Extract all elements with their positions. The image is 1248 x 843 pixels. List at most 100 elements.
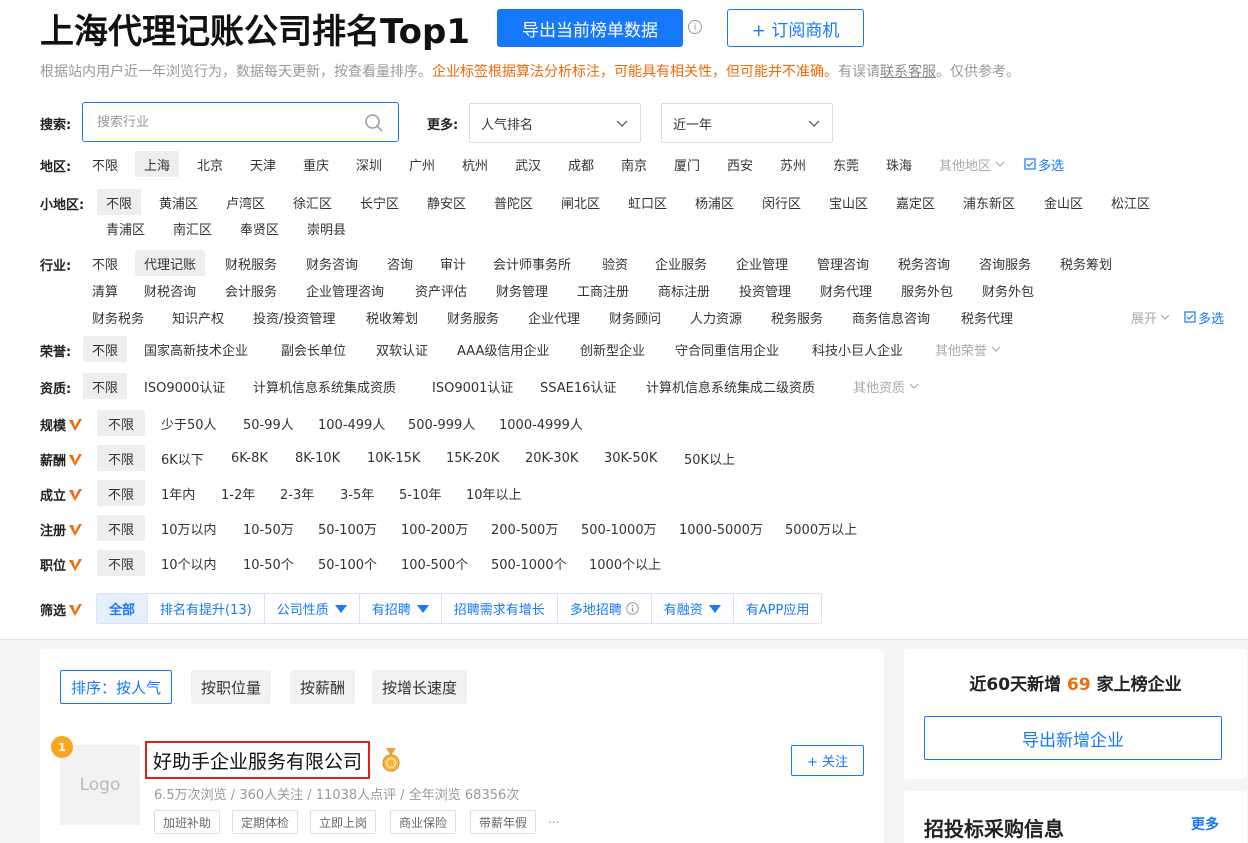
subscribe-button[interactable]: + 订阅商机 <box>727 9 864 47</box>
subregion-chip[interactable]: 长宁区 <box>351 189 408 215</box>
screen-app[interactable]: 有APP应用 <box>734 594 822 623</box>
subregion-chip[interactable]: 闵行区 <box>753 189 810 215</box>
industry-expand[interactable]: 展开 <box>1122 304 1179 330</box>
founded-chip[interactable]: 1-2年 <box>212 480 264 506</box>
search-icon[interactable] <box>364 113 384 133</box>
industry-chip[interactable]: 投资/投资管理 <box>244 304 344 330</box>
positions-chip[interactable]: 1000个以上 <box>580 550 670 576</box>
contact-service-link[interactable]: 联系客服 <box>880 64 936 80</box>
capital-chip[interactable]: 500-1000万 <box>572 515 666 541</box>
salary-chip[interactable]: 6K-8K <box>222 445 277 471</box>
screen-company-type[interactable]: 公司性质 <box>265 594 360 623</box>
industry-chip[interactable]: 商标注册 <box>649 277 719 303</box>
region-chip[interactable]: 西安 <box>718 151 762 177</box>
subregion-chip[interactable]: 奉贤区 <box>231 215 288 241</box>
qualification-chip[interactable]: 不限 <box>83 373 128 399</box>
other-honor-dropdown[interactable]: 其他荣誉 <box>926 336 1010 362</box>
founded-chip[interactable]: 5-10年 <box>390 480 451 506</box>
qualification-chip[interactable]: SSAE16认证 <box>531 373 625 399</box>
subregion-chip[interactable]: 宝山区 <box>820 189 877 215</box>
industry-chip[interactable]: 税务咨询 <box>889 250 959 276</box>
region-chip[interactable]: 不限 <box>83 151 127 177</box>
salary-chip[interactable]: 8K-10K <box>286 445 349 471</box>
honor-chip[interactable]: 副会长单位 <box>272 336 355 362</box>
screen-hiring[interactable]: 有招聘 <box>360 594 442 623</box>
region-chip[interactable]: 深圳 <box>347 151 391 177</box>
subregion-chip[interactable]: 青浦区 <box>97 215 154 241</box>
industry-chip[interactable]: 会计服务 <box>216 277 286 303</box>
founded-chip[interactable]: 不限 <box>97 480 146 506</box>
subregion-chip[interactable]: 徐汇区 <box>284 189 341 215</box>
industry-chip[interactable]: 税务筹划 <box>1051 250 1121 276</box>
industry-chip[interactable]: 咨询服务 <box>970 250 1040 276</box>
industry-chip[interactable]: 税收筹划 <box>357 304 427 330</box>
screen-financing[interactable]: 有融资 <box>652 594 734 623</box>
industry-chip[interactable]: 资产评估 <box>406 277 476 303</box>
industry-chip[interactable]: 会计师事务所 <box>484 250 580 276</box>
industry-chip[interactable]: 管理咨询 <box>808 250 878 276</box>
info-icon[interactable]: i <box>688 20 702 34</box>
region-chip[interactable]: 南京 <box>612 151 656 177</box>
positions-chip[interactable]: 100-500个 <box>392 550 477 576</box>
export-new-companies-button[interactable]: 导出新增企业 <box>924 716 1222 760</box>
capital-chip[interactable]: 100-200万 <box>392 515 477 541</box>
founded-chip[interactable]: 1年内 <box>152 480 204 506</box>
subregion-chip[interactable]: 闸北区 <box>552 189 609 215</box>
industry-chip[interactable]: 企业服务 <box>646 250 716 276</box>
scale-chip[interactable]: 50-99人 <box>234 410 303 436</box>
subregion-chip[interactable]: 虹口区 <box>619 189 676 215</box>
salary-chip[interactable]: 50K以上 <box>675 445 744 471</box>
region-chip[interactable]: 广州 <box>400 151 444 177</box>
region-chip[interactable]: 武汉 <box>506 151 550 177</box>
capital-chip[interactable]: 5000万以上 <box>776 515 866 541</box>
honor-chip[interactable]: 守合同重信用企业 <box>666 336 788 362</box>
industry-chip[interactable]: 企业代理 <box>519 304 589 330</box>
industry-chip[interactable]: 清算 <box>83 277 127 303</box>
sort-by-popularity[interactable]: 排序：按人气 <box>60 670 173 704</box>
scale-chip[interactable]: 少于50人 <box>152 410 226 436</box>
industry-chip[interactable]: 工商注册 <box>568 277 638 303</box>
other-region-dropdown[interactable]: 其他地区 <box>930 151 1014 177</box>
region-chip[interactable]: 成都 <box>559 151 603 177</box>
industry-chip[interactable]: 验资 <box>593 250 637 276</box>
subregion-chip[interactable]: 浦东新区 <box>954 189 1024 215</box>
bidding-more-link[interactable]: 更多 <box>1191 814 1219 834</box>
subregion-chip[interactable]: 松江区 <box>1102 189 1159 215</box>
company-name[interactable]: 好助手企业服务有限公司 <box>145 741 371 779</box>
sort-by-growth[interactable]: 按增长速度 <box>372 670 468 704</box>
subregion-chip[interactable]: 南汇区 <box>164 215 221 241</box>
region-chip[interactable]: 重庆 <box>294 151 338 177</box>
salary-chip[interactable]: 6K以下 <box>152 445 213 471</box>
capital-chip[interactable]: 10万以内 <box>152 515 226 541</box>
sort-select[interactable]: 人气排名 <box>469 103 641 143</box>
industry-multi-select[interactable]: 多选 <box>1175 304 1233 330</box>
capital-chip[interactable]: 1000-5000万 <box>670 515 772 541</box>
subregion-chip[interactable]: 普陀区 <box>485 189 542 215</box>
region-chip[interactable]: 上海 <box>135 151 180 177</box>
region-chip[interactable]: 厦门 <box>665 151 709 177</box>
industry-chip[interactable]: 财税服务 <box>216 250 286 276</box>
founded-chip[interactable]: 2-3年 <box>271 480 323 506</box>
subregion-chip[interactable]: 不限 <box>97 189 142 215</box>
industry-chip[interactable]: 人力资源 <box>681 304 751 330</box>
subregion-chip[interactable]: 金山区 <box>1035 189 1092 215</box>
industry-chip[interactable]: 咨询 <box>378 250 422 276</box>
qualification-chip[interactable]: 计算机信息系统集成资质 <box>244 373 405 399</box>
capital-chip[interactable]: 200-500万 <box>482 515 567 541</box>
founded-chip[interactable]: 10年以上 <box>457 480 531 506</box>
industry-chip[interactable]: 企业管理咨询 <box>297 277 393 303</box>
screen-hiring-growth[interactable]: 招聘需求有增长 <box>442 594 558 623</box>
industry-chip[interactable]: 投资管理 <box>730 277 800 303</box>
subregion-chip[interactable]: 崇明县 <box>298 215 355 241</box>
industry-chip[interactable]: 代理记账 <box>135 250 206 276</box>
salary-chip[interactable]: 10K-15K <box>358 445 429 471</box>
industry-chip[interactable]: 不限 <box>83 250 127 276</box>
scale-chip[interactable]: 1000-4999人 <box>490 410 592 436</box>
sort-by-positions[interactable]: 按职位量 <box>191 670 272 704</box>
screen-multi-city[interactable]: 多地招聘 <box>558 594 652 623</box>
screen-rank-up[interactable]: 排名有提升(13) <box>148 594 265 623</box>
scale-chip[interactable]: 500-999人 <box>399 410 484 436</box>
sort-by-salary[interactable]: 按薪酬 <box>290 670 356 704</box>
honor-chip[interactable]: 国家高新技术企业 <box>135 336 257 362</box>
industry-chip[interactable]: 税务代理 <box>952 304 1022 330</box>
